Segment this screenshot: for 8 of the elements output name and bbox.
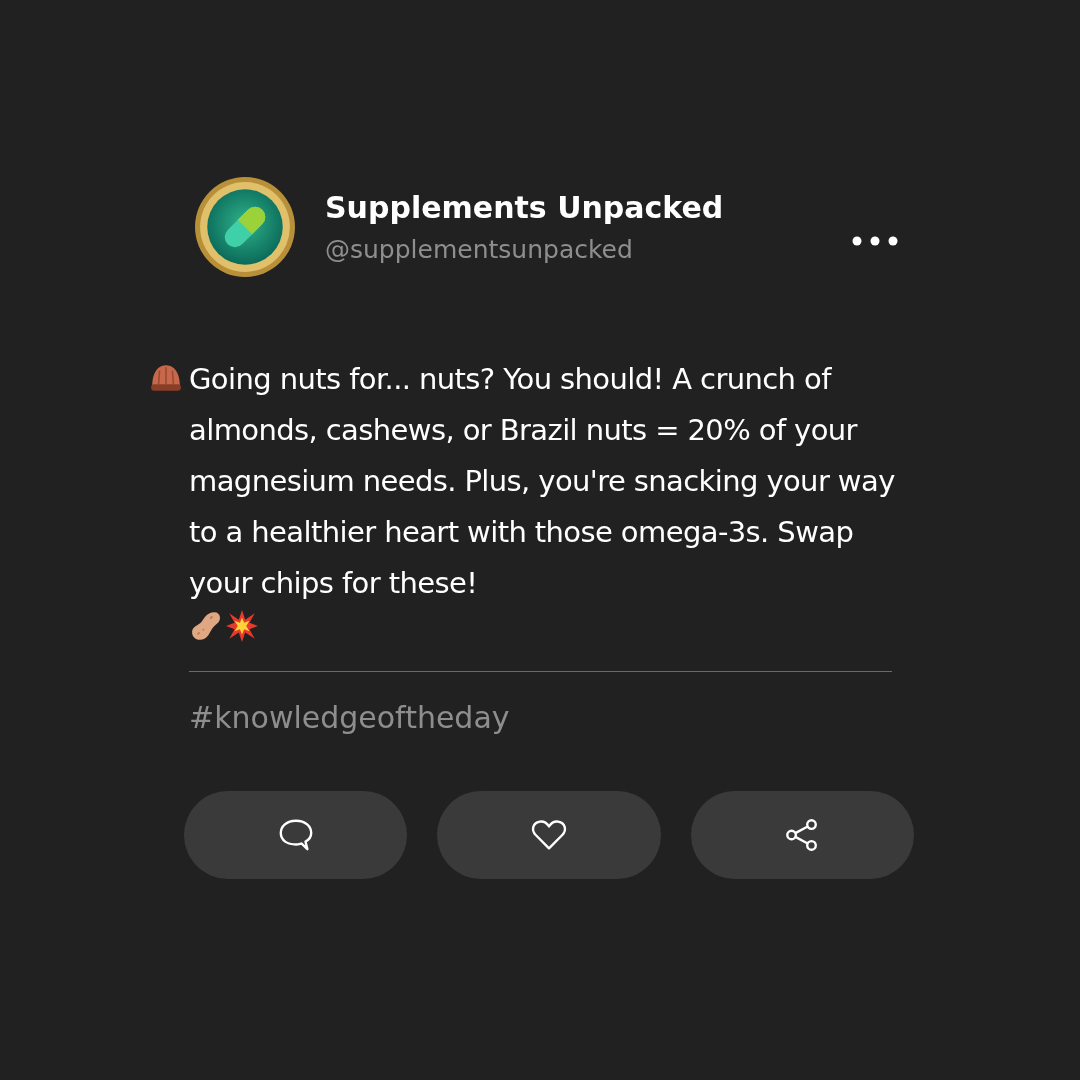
pill-logo-icon [194, 176, 296, 278]
account-name: Supplements Unpacked [325, 190, 725, 225]
more-options-icon[interactable] [852, 236, 898, 246]
hashtag[interactable]: #knowledgeoftheday [189, 700, 510, 735]
burst-icon [225, 609, 259, 643]
account-handle: @supplementsunpacked [325, 235, 634, 264]
post-text: Going nuts for... nuts? You should! A crunch of almonds, cashews, or Brazil nuts = 20% of your magnesium needs. Plus, you're snacking your way to a healthier heart with those omega-3s. Swap your chips for these! [189, 361, 896, 602]
peanut-icon [189, 609, 223, 643]
